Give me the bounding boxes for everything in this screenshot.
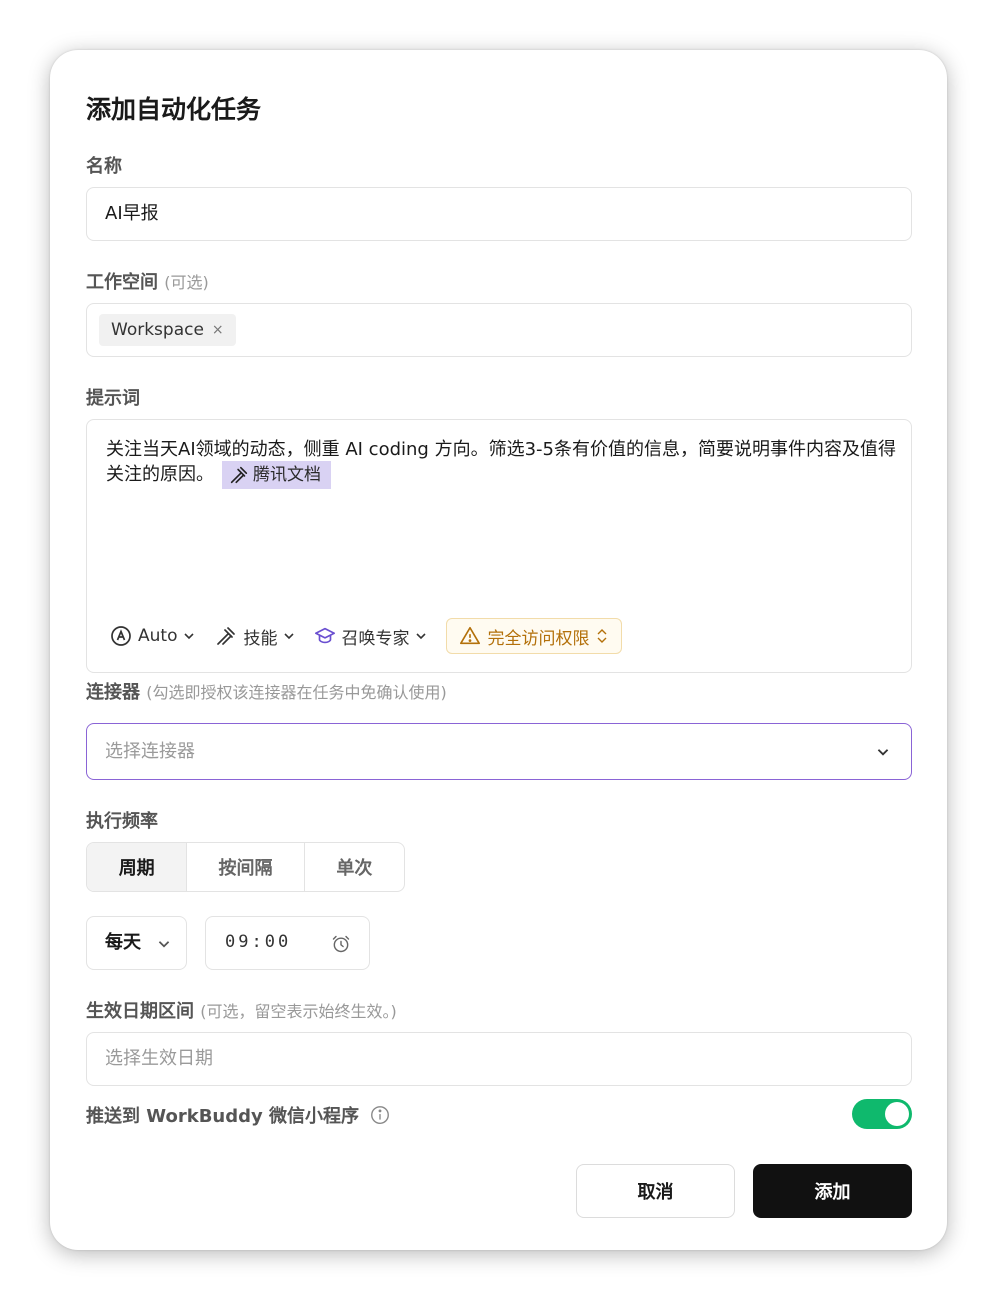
workspace-chip-label: Workspace [111, 320, 204, 340]
chevron-down-icon [284, 633, 295, 640]
date-range-input[interactable]: 选择生效日期 [86, 1032, 912, 1086]
prompt-toolbar: Auto 技能 召唤专家 完全访问权限 [109, 618, 623, 654]
graduation-cap-icon [315, 627, 336, 644]
connector-placeholder: 选择连接器 [105, 741, 195, 762]
push-toggle[interactable] [852, 1099, 912, 1129]
alarm-clock-icon[interactable] [331, 934, 351, 954]
period-value: 每天 [105, 932, 141, 953]
model-selector[interactable]: Auto [109, 624, 196, 648]
prompt-text-area[interactable]: 关注当天AI领域的动态，侧重 AI coding 方向。筛选3-5条有价值的信息… [106, 438, 896, 489]
toggle-knob [885, 1102, 909, 1126]
workspace-chip: Workspace × [99, 314, 236, 346]
warning-icon [460, 626, 481, 645]
frequency-label: 执行频率 [86, 811, 158, 832]
workspace-label-text: 工作空间 [86, 272, 158, 293]
add-button[interactable]: 添加 [753, 1164, 912, 1218]
tab-once[interactable]: 单次 [305, 843, 404, 891]
cancel-button[interactable]: 取消 [576, 1164, 735, 1218]
workspace-label: 工作空间 (可选) [86, 268, 209, 294]
auto-model-icon [111, 626, 131, 646]
doc-reference-label: 腾讯文档 [253, 464, 321, 485]
dialog-title: 添加自动化任务 [86, 95, 262, 124]
tab-interval[interactable]: 按间隔 [187, 843, 305, 891]
connector-select[interactable]: 选择连接器 [86, 723, 912, 780]
prompt-editor[interactable]: 关注当天AI领域的动态，侧重 AI coding 方向。筛选3-5条有价值的信息… [86, 419, 912, 673]
skills-label: 技能 [243, 628, 278, 649]
chevron-down-icon [158, 941, 170, 948]
model-label: Auto [138, 626, 178, 646]
permission-label: 完全访问权限 [487, 628, 590, 649]
expert-selector[interactable]: 召唤专家 [314, 624, 428, 649]
add-automation-dialog: 添加自动化任务 名称 AI早报 工作空间 (可选) Workspace × 提示… [50, 50, 947, 1250]
name-label: 名称 [86, 156, 122, 177]
workspace-field[interactable]: Workspace × [86, 303, 912, 357]
prompt-label: 提示词 [86, 388, 140, 409]
chevron-down-icon [416, 633, 427, 640]
skill-icon [217, 627, 236, 645]
chevron-down-icon [184, 633, 195, 640]
doc-reference-tag[interactable]: 腾讯文档 [222, 461, 331, 489]
skills-selector[interactable]: 技能 [214, 624, 296, 649]
date-range-hint: (可选，留空表示始终生效。) [200, 1002, 397, 1021]
up-down-chevron-icon [597, 629, 607, 643]
date-placeholder: 选择生效日期 [105, 1048, 213, 1069]
connector-label: 连接器 (勾选即授权该连接器在任务中免确认使用) [86, 678, 447, 704]
time-input[interactable]: 09:00 [205, 916, 370, 970]
tab-periodic[interactable]: 周期 [87, 843, 188, 891]
time-value: 09:00 [225, 932, 292, 952]
frequency-segmented-control: 周期 按间隔 单次 [86, 842, 405, 892]
info-icon[interactable] [369, 1104, 391, 1126]
chip-remove-icon[interactable]: × [212, 314, 224, 346]
chevron-down-icon [877, 749, 889, 756]
name-input[interactable]: AI早报 [86, 187, 912, 241]
expert-label: 召唤专家 [341, 628, 410, 649]
date-range-label: 生效日期区间 (可选，留空表示始终生效。) [86, 997, 397, 1023]
date-range-label-text: 生效日期区间 [86, 1001, 194, 1022]
permission-selector[interactable]: 完全访问权限 [446, 618, 623, 654]
connector-hint: (勾选即授权该连接器在任务中免确认使用) [146, 683, 447, 702]
connector-label-text: 连接器 [86, 682, 140, 703]
workspace-optional-hint: (可选) [164, 273, 209, 292]
period-select[interactable]: 每天 [86, 916, 187, 970]
push-setting: 推送到 WorkBuddy 微信小程序 [86, 1100, 391, 1130]
push-label: 推送到 WorkBuddy 微信小程序 [86, 1106, 359, 1127]
skill-icon [230, 466, 248, 484]
